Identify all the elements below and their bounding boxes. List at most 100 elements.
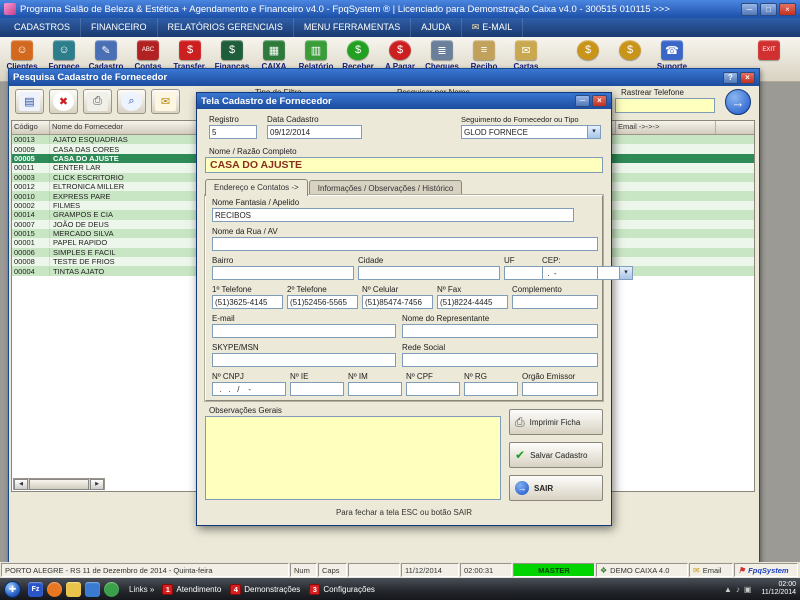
toolbar-clientes-button[interactable]: ☺ Clientes [2, 38, 42, 71]
skype-input[interactable] [212, 353, 396, 367]
search-window-close-button[interactable]: × [740, 72, 755, 84]
razao-social-field[interactable]: CASA DO AJUSTE [205, 157, 603, 173]
complemento-input[interactable] [512, 295, 598, 309]
toolbar-recibo-button[interactable]: ≡ Recibo [464, 38, 504, 71]
fax-input[interactable] [437, 295, 508, 309]
folder-icon[interactable] [66, 582, 81, 597]
toolbar-moeda-2-button[interactable]: $ [610, 38, 650, 71]
arrow-icon: → [515, 481, 529, 495]
menu-ajuda[interactable]: AJUDA [411, 18, 462, 37]
toolbar-apagar-button[interactable]: $ A Pagar [380, 38, 420, 71]
telefone2-input[interactable] [287, 295, 358, 309]
nome-fantasia-input[interactable] [212, 208, 574, 222]
registro-input[interactable] [209, 125, 257, 139]
menu-relatorios-gerenciais[interactable]: RELATÓRIOS GERENCIAIS [158, 18, 294, 37]
horizontal-scrollbar[interactable]: ◀ ▶ [13, 478, 105, 490]
toolbar-financas-button[interactable]: $ Finanças [212, 38, 252, 71]
toolbar-suporte-button[interactable]: ☎ Suporte [652, 38, 692, 71]
salvar-cadastro-button[interactable]: ✔ Salvar Cadastro [509, 442, 603, 468]
rua-input[interactable] [212, 237, 598, 251]
field-cep: CEP: [542, 256, 598, 280]
notification-count-badge: 1 [162, 584, 173, 595]
field-bairro: Bairro [212, 256, 354, 280]
seguimento-select[interactable] [461, 125, 587, 139]
excluir-cadastro-button[interactable]: ✖ [49, 89, 78, 114]
scroll-left-button[interactable]: ◀ [14, 479, 28, 490]
links-label[interactable]: Links » [129, 585, 154, 594]
menu-cadastros[interactable]: CADASTROS [4, 18, 81, 37]
start-button[interactable]: ✚ [4, 581, 21, 598]
menu-ferramentas[interactable]: MENU FERRAMENTAS [294, 18, 411, 37]
column-header[interactable]: Email ->->-> [616, 121, 716, 134]
toolbar-moeda-1-button[interactable]: $ [568, 38, 608, 71]
search-window-title: Pesquisa Cadastro de Fornecedor [13, 72, 167, 83]
phone-trace-input[interactable] [615, 98, 715, 113]
column-header[interactable]: Código [12, 121, 50, 134]
notification-button[interactable]: 3 Configurações [309, 584, 375, 595]
bairro-input[interactable] [212, 266, 354, 280]
tray-icon[interactable]: ▣ [744, 585, 752, 594]
media-icon[interactable] [104, 582, 119, 597]
toolbar-contas-button[interactable]: ABC Contas [128, 38, 168, 71]
chevron-down-icon[interactable]: ▾ [587, 125, 601, 139]
notification-button[interactable]: 1 Atendimento [162, 584, 221, 595]
toolbar-cartas-button[interactable]: ✉ Cartas [506, 38, 546, 71]
tab-endereco-contatos[interactable]: Endereço e Contatos -> [205, 179, 308, 196]
rg-input[interactable] [464, 382, 518, 396]
rua-label: Nome da Rua / AV [212, 227, 598, 236]
cidade-input[interactable] [358, 266, 500, 280]
firefox-icon[interactable] [47, 582, 62, 597]
imprimir-lista-button[interactable]: ⎙ [83, 89, 112, 114]
tab-panel-endereco: Nome Fantasia / Apelido Nome da Rua / AV… [205, 195, 603, 401]
maximize-button[interactable]: □ [760, 3, 777, 16]
taskbar-clock[interactable]: 02:00 11/12/2014 [761, 581, 796, 597]
menu-financeiro[interactable]: FINANCEIRO [81, 18, 158, 37]
novo-cadastro-button[interactable]: ▤ [15, 89, 44, 114]
row-code-cell: 00005 [12, 154, 50, 163]
notification-button[interactable]: 4 Demonstrações [230, 584, 300, 595]
data-cadastro-input[interactable] [267, 125, 362, 139]
representante-input[interactable] [402, 324, 598, 338]
email-input[interactable] [212, 324, 396, 338]
menu-email[interactable]: ✉ E-MAIL [462, 18, 524, 37]
im-input[interactable] [348, 382, 402, 396]
imprimir-ficha-button[interactable]: ⎙ Imprimir Ficha [509, 409, 603, 435]
toolbar-caixa-button[interactable]: ▦ CAIXA [254, 38, 294, 71]
rede-social-input[interactable] [402, 353, 598, 367]
toolbar-exit-button[interactable]: EXIT [749, 38, 789, 71]
toolbar-icon: ✉ [515, 40, 537, 60]
phone-trace-go-button[interactable]: → [725, 89, 751, 115]
close-button[interactable]: × [779, 3, 796, 16]
telefone1-input[interactable] [212, 295, 283, 309]
toolbar-fornece-button[interactable]: ☺ Fornece [44, 38, 84, 71]
scrollbar-thumb[interactable] [29, 479, 89, 490]
tray-icon[interactable]: ♪ [736, 585, 740, 594]
toolbar-relatorio-button[interactable]: ▥ Relatório [296, 38, 336, 71]
dialog-close-button[interactable]: × [592, 95, 607, 107]
cnpj-input[interactable] [212, 382, 286, 396]
column-header[interactable]: Nome do Fornecedor [50, 121, 202, 134]
orgao-emissor-input[interactable] [522, 382, 598, 396]
observacoes-textarea[interactable] [205, 416, 501, 500]
toolbar-cadastro-button[interactable]: ✎ Cadastro [86, 38, 126, 71]
sair-button[interactable]: → SAIR [509, 475, 603, 501]
cep-input[interactable] [542, 266, 598, 280]
chevron-down-icon[interactable]: ▾ [619, 266, 633, 280]
toolbar-cheques-button[interactable]: ≣ Cheques [422, 38, 462, 71]
pesquisar-button[interactable]: ⌕ [117, 89, 146, 114]
minimize-button[interactable]: ─ [741, 3, 758, 16]
toolbar-receber-button[interactable]: $ Receber [338, 38, 378, 71]
cpf-input[interactable] [406, 382, 460, 396]
dialog-minimize-button[interactable]: ─ [575, 95, 590, 107]
tab-informacoes-historico[interactable]: Informações / Observações / Histórico [309, 180, 463, 196]
help-button[interactable]: ? [723, 72, 738, 84]
email-lista-button[interactable]: ✉ [151, 89, 180, 114]
tray-icon[interactable]: ▲ [724, 585, 732, 594]
toolbar-transfer-button[interactable]: $ Transfer. [170, 38, 210, 71]
fpqsystem-icon[interactable]: Fz [28, 582, 43, 597]
monitor-icon[interactable] [85, 582, 100, 597]
column-header[interactable] [716, 121, 755, 134]
ie-input[interactable] [290, 382, 344, 396]
scroll-right-button[interactable]: ▶ [90, 479, 104, 490]
celular-input[interactable] [362, 295, 433, 309]
